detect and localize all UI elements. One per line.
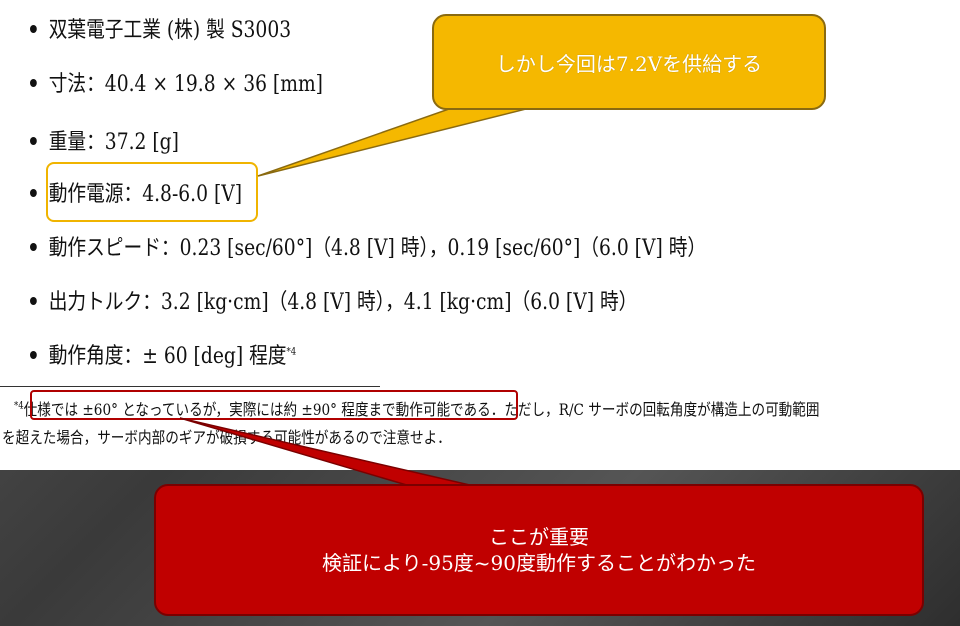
top-callout-text: しかし今回は7.2Vを供給する <box>495 51 763 76</box>
top-callout: しかし今回は7.2Vを供給する <box>432 14 826 110</box>
bottom-callout-heading: ここが重要 <box>489 525 589 549</box>
bottom-callout: ここが重要 検証により-95度~90度動作することがわかった <box>154 484 924 616</box>
bottom-callout-pointer <box>179 417 475 487</box>
bottom-callout-detail: 検証により-95度~90度動作することがわかった <box>321 551 756 575</box>
